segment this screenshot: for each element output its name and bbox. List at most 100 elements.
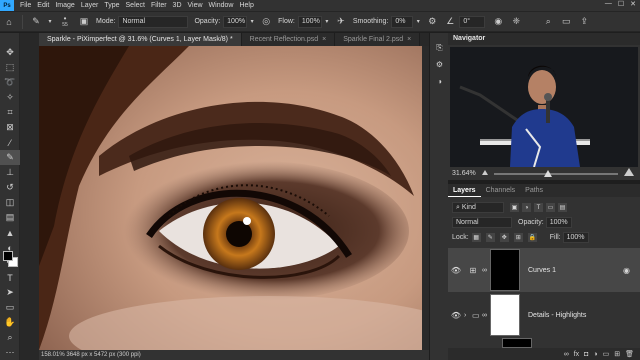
menu-select[interactable]: Select [126, 2, 145, 9]
zoom-slider[interactable] [494, 173, 618, 175]
link-icon[interactable]: ∞ [482, 312, 490, 319]
link-layers-icon[interactable]: ∞ [564, 351, 569, 358]
new-layer-icon[interactable]: ⊞ [614, 350, 620, 358]
zoom-slider-handle[interactable] [544, 170, 552, 177]
clone-stamp-tool-icon[interactable]: ⊥ [0, 165, 20, 180]
foreground-color-swatch[interactable] [3, 251, 13, 261]
move-tool-icon[interactable]: ✥ [0, 45, 20, 60]
smoothing-field[interactable]: 0% [391, 15, 414, 28]
path-selection-tool-icon[interactable]: ➤ [0, 285, 20, 300]
lock-pixels-icon[interactable]: ✎ [485, 233, 495, 242]
quick-selection-tool-icon[interactable]: ✧ [0, 90, 20, 105]
search-icon[interactable]: ⌕ [541, 15, 555, 29]
menu-help[interactable]: Help [239, 2, 253, 9]
trash-icon[interactable]: 🗑 [625, 350, 634, 358]
lasso-tool-icon[interactable]: ➰ [0, 75, 20, 90]
layer-opacity-field[interactable]: 100% [545, 217, 572, 228]
navigator-title[interactable]: Navigator [448, 33, 640, 45]
gear-icon[interactable]: ⚙ [425, 15, 439, 29]
pressure-opacity-icon[interactable]: ◎ [259, 15, 273, 29]
pressure-size-icon[interactable]: ◉ [491, 15, 505, 29]
frame-tool-icon[interactable]: ⊠ [0, 120, 20, 135]
menu-3d[interactable]: 3D [173, 2, 182, 9]
menu-file[interactable]: File [20, 2, 31, 9]
menu-view[interactable]: View [188, 2, 203, 9]
brush-preset-picker[interactable]: • 55 [57, 14, 73, 29]
zoom-tool-icon[interactable]: ⌕ [0, 330, 20, 345]
history-brush-tool-icon[interactable]: ↺ [0, 180, 20, 195]
lock-all-icon[interactable]: 🔒 [527, 233, 537, 242]
pixel-filter-icon[interactable]: ▣ [510, 203, 519, 212]
type-filter-icon[interactable]: T [534, 203, 543, 212]
chevron-down-icon[interactable]: ▾ [324, 15, 330, 29]
lock-transparency-icon[interactable]: ▦ [471, 233, 481, 242]
type-tool-icon[interactable]: T [0, 270, 20, 285]
eye-icon[interactable]: 👁 [448, 266, 464, 275]
menu-window[interactable]: Window [209, 2, 234, 9]
blend-mode-select[interactable]: Normal [452, 217, 512, 228]
tab-layers[interactable]: Layers [448, 184, 481, 197]
menu-image[interactable]: Image [55, 2, 74, 9]
eraser-tool-icon[interactable]: ◫ [0, 195, 20, 210]
layer-mask-thumbnail[interactable] [490, 249, 520, 291]
home-icon[interactable]: ⌂ [2, 15, 16, 29]
opacity-field[interactable]: 100% [223, 15, 248, 28]
lock-position-icon[interactable]: ✥ [499, 233, 509, 242]
close-icon[interactable]: × [407, 36, 411, 43]
adjustments-panel-icon[interactable]: ◑ [430, 73, 449, 90]
zoom-in-icon[interactable] [624, 168, 634, 176]
menu-layer[interactable]: Layer [81, 2, 99, 9]
hand-tool-icon[interactable]: ✋ [0, 315, 20, 330]
navigator-thumbnail[interactable] [450, 47, 638, 167]
navigator-zoom-value[interactable]: 31.64% [452, 170, 476, 177]
group-mask-thumbnail[interactable] [490, 294, 520, 336]
close-icon[interactable]: ✕ [630, 0, 636, 8]
angle-field[interactable]: 0° [459, 15, 486, 28]
zoom-out-icon[interactable] [482, 170, 488, 175]
chevron-down-icon[interactable]: ▾ [47, 15, 53, 29]
crop-tool-icon[interactable]: ⌗ [0, 105, 20, 120]
new-group-icon[interactable]: ▭ [603, 350, 610, 358]
smart-object-filter-icon[interactable]: ▤ [558, 203, 567, 212]
workspace-icon[interactable]: ▭ [559, 15, 573, 29]
layer-row-details-highlights[interactable]: 👁 › ▭ ∞ Details - Highlights [448, 294, 640, 336]
history-panel-icon[interactable]: ⎘ [430, 39, 449, 56]
document-canvas[interactable] [39, 46, 422, 350]
layer-row-curves-1[interactable]: 👁 ⊞ ∞ Curves 1 ◉ [448, 248, 640, 292]
layer-name[interactable]: Curves 1 [528, 267, 556, 274]
menu-type[interactable]: Type [104, 2, 119, 9]
layer-name[interactable]: Details - Highlights [528, 312, 586, 319]
chevron-right-icon[interactable]: › [464, 312, 472, 319]
tab-sparkle-final-2[interactable]: Sparkle Final 2.psd × [335, 33, 421, 46]
airbrush-icon[interactable]: ✈ [334, 15, 348, 29]
layer-style-icon[interactable]: fx [574, 351, 579, 358]
close-icon[interactable]: × [322, 36, 326, 43]
adjustment-filter-icon[interactable]: ◑ [522, 203, 531, 212]
eye-icon[interactable]: 👁 [448, 311, 464, 320]
tab-recent-reflection[interactable]: Recent Reflection.psd × [241, 33, 336, 46]
rectangle-tool-icon[interactable]: ▭ [0, 300, 20, 315]
gradient-tool-icon[interactable]: ▤ [0, 210, 20, 225]
marquee-tool-icon[interactable]: ⬚ [0, 60, 20, 75]
layer-fill-field[interactable]: 100% [562, 232, 589, 243]
canvas-vertical-scrollbar[interactable] [422, 46, 429, 350]
more-tools-icon[interactable]: ⋯ [0, 345, 20, 360]
link-icon[interactable]: ∞ [482, 267, 490, 274]
adjustment-layer-icon[interactable]: ◑ [593, 351, 597, 358]
symmetry-icon[interactable]: ❈ [509, 15, 523, 29]
add-mask-icon[interactable]: ◘ [584, 351, 588, 358]
menu-filter[interactable]: Filter [151, 2, 167, 9]
shape-filter-icon[interactable]: ▭ [546, 203, 555, 212]
maximize-icon[interactable]: ☐ [618, 0, 624, 8]
chevron-down-icon[interactable]: ▾ [249, 15, 255, 29]
share-icon[interactable]: ⇪ [577, 15, 591, 29]
brush-tool-icon[interactable]: ✎ [0, 150, 20, 165]
eyedropper-tool-icon[interactable]: ⁄ [0, 135, 20, 150]
blur-tool-icon[interactable]: ▲ [0, 225, 20, 240]
tab-sparkle-piximperfect[interactable]: Sparkle - PiXimperfect @ 31.6% (Curves 1… [39, 33, 242, 46]
chevron-down-icon[interactable]: ▾ [415, 15, 421, 29]
menu-edit[interactable]: Edit [37, 2, 49, 9]
brush-tool-icon[interactable]: ✎ [29, 15, 43, 29]
tab-channels[interactable]: Channels [481, 184, 521, 197]
properties-panel-icon[interactable]: ⚙ [430, 56, 449, 73]
